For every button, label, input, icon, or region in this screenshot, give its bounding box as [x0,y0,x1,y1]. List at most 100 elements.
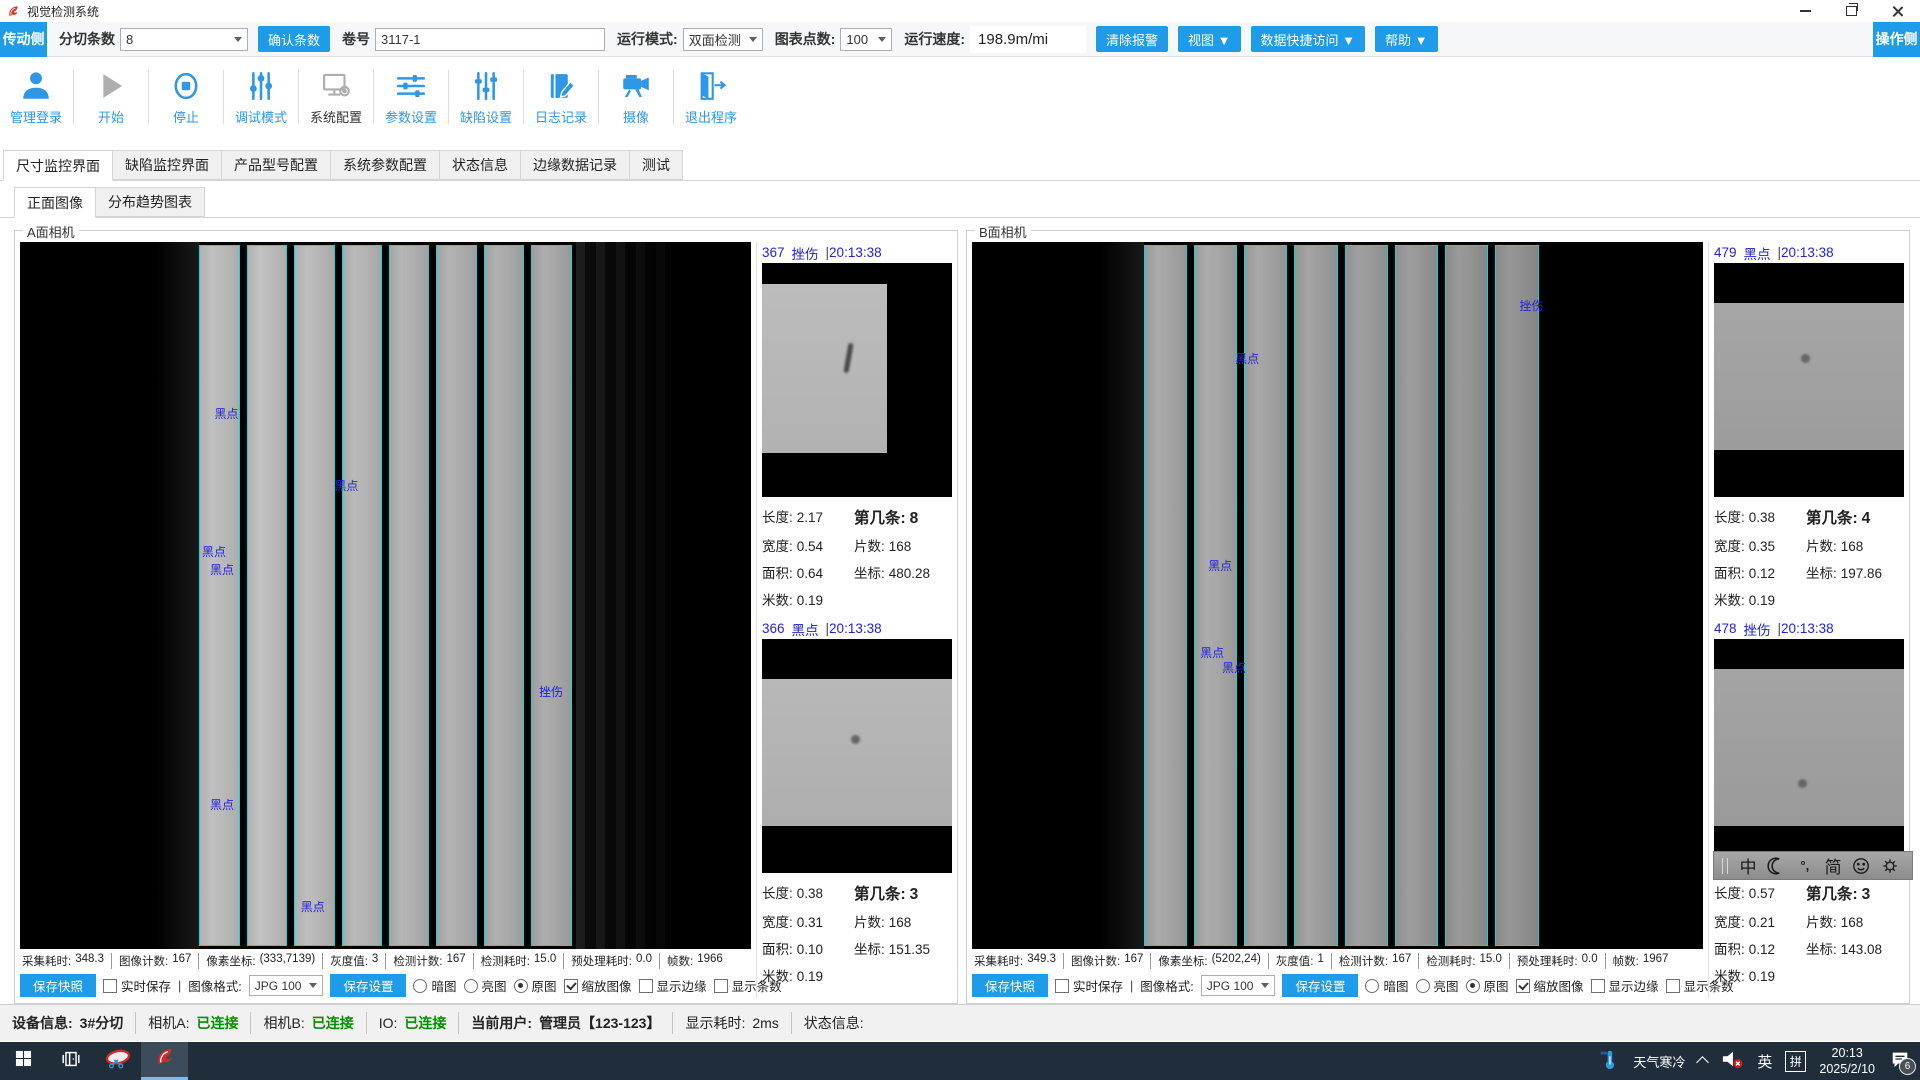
ime-language-bar[interactable]: 中 °,简 [1713,851,1913,880]
drive-side-button[interactable]: 传动侧 [0,22,47,57]
checkbox-icon[interactable] [714,979,728,993]
defect-stat-strip: 第几条:8 [854,506,952,528]
camera-image[interactable]: 黑点黑点黑点黑点挫伤黑点黑点 [20,242,751,949]
top-toolbar: 传动侧 分切条数 8 确认条数 卷号 3117-1 运行模式: 双面检测 图表点… [0,22,1920,57]
display-option-checkbox[interactable]: 显示边缘 [639,976,707,995]
data-quick-access-menu-button[interactable]: 数据快捷访问 ▼ [1251,26,1365,52]
defect-card[interactable]: 366黑点|20:13:38长度:0.38第几条:3宽度:0.31片数:168面… [762,618,952,985]
defect-stat-value: 3 [1862,886,1871,904]
task-view-button[interactable] [47,1042,94,1080]
ime-moon-icon[interactable] [1762,852,1790,879]
realtime-save-checkbox[interactable] [1055,979,1069,993]
toolbar-button-stop[interactable]: 停止 [154,68,218,126]
defect-card[interactable]: 479黑点|20:13:38长度:0.38第几条:4宽度:0.35片数:168面… [1714,242,1904,609]
toolbar-button-defect-sliders[interactable]: 缺陷设置 [454,68,518,126]
save-snapshot-button[interactable]: 保存快照 [972,974,1048,997]
maximize-button[interactable] [1828,0,1874,22]
toolbar-button-log-book[interactable]: 日志记录 [529,68,593,126]
ime-chinese-mode-icon[interactable]: 中 [1734,852,1762,879]
toolbar-button-monitor-gear[interactable]: 系统配置 [304,68,368,126]
save-settings-button[interactable]: 保存设置 [1282,974,1358,997]
toolbar-button-label: 参数设置 [385,107,437,126]
checkbox-icon[interactable] [564,979,578,993]
language-indicator[interactable]: 英 [1757,1051,1772,1072]
main-tab-6[interactable]: 测试 [630,150,683,180]
close-button[interactable] [1874,0,1920,22]
start-button[interactable] [0,1042,47,1080]
display-option-checkbox[interactable]: 显示边缘 [1591,976,1659,995]
ime-simplified-icon[interactable]: 简 [1819,852,1847,879]
main-tab-0[interactable]: 尺寸监控界面 [3,150,113,181]
defect-card[interactable]: 367挫伤|20:13:38长度:2.17第几条:8宽度:0.54片数:168面… [762,242,952,609]
toolbar-button-play[interactable]: 开始 [79,68,143,126]
toolbar-button-exit-door[interactable]: 退出程序 [679,68,743,126]
checkbox-icon[interactable] [1666,979,1680,993]
action-center-button[interactable]: 6 [1888,1049,1912,1073]
help-menu-button[interactable]: 帮助 ▼ [1375,26,1437,52]
radio-icon[interactable] [464,979,478,993]
tray-expand-chevron-icon[interactable] [1697,1056,1710,1069]
minimize-button[interactable] [1782,0,1828,22]
image-format-select[interactable]: JPG 100 [249,975,324,996]
radio-icon[interactable] [1466,979,1480,993]
display-option-checkbox[interactable]: 缩放图像 [564,976,632,995]
image-view-radio-option[interactable]: 原图 [1466,976,1509,995]
radio-icon[interactable] [514,979,528,993]
sub-tab-1[interactable]: 分布趋势图表 [96,187,205,217]
checkbox-icon[interactable] [1516,979,1530,993]
ime-drag-handle-icon[interactable] [1722,858,1728,874]
slit-count-select[interactable]: 8 [120,28,248,51]
view-menu-button[interactable]: 视图 ▼ [1178,26,1240,52]
realtime-save-checkbox[interactable] [103,979,117,993]
main-tab-1[interactable]: 缺陷监控界面 [113,150,222,180]
toolbar-divider [598,70,599,124]
main-tab-4[interactable]: 状态信息 [440,150,521,180]
defect-time-wrap: |20:13:38 [826,245,882,260]
main-tab-3[interactable]: 系统参数配置 [331,150,440,180]
checkbox-icon[interactable] [1591,979,1605,993]
realtime-save-option[interactable]: 实时保存 [103,976,171,995]
image-view-radio-option[interactable]: 原图 [514,976,557,995]
chevron-down-icon [749,37,757,42]
radio-icon[interactable] [1416,979,1430,993]
image-view-radio-option[interactable]: 暗图 [413,976,456,995]
clock-date: 2025/2/10 [1819,1061,1875,1077]
toolbar-button-video-camera[interactable]: 摄像 [604,68,668,126]
roll-number-input[interactable]: 3117-1 [375,28,605,51]
inspection-app-taskbar-button[interactable] [141,1042,188,1080]
main-tab-5[interactable]: 边缘数据记录 [521,150,630,180]
radio-icon[interactable] [1365,979,1379,993]
toolbar-button-user[interactable]: 管理登录 [4,68,68,126]
save-snapshot-button[interactable]: 保存快照 [20,974,96,997]
ime-emoji-icon[interactable] [1847,852,1875,879]
defect-marker-label: 黑点 [1208,557,1232,574]
chart-points-select[interactable]: 100 [840,28,892,51]
run-mode-select[interactable]: 双面检测 [683,28,763,51]
toolbar-button-debug-sliders[interactable]: 调试模式 [229,68,293,126]
ime-settings-gear-icon[interactable] [1876,852,1904,879]
checkbox-icon[interactable] [639,979,653,993]
confirm-count-button[interactable]: 确认条数 [258,26,330,52]
radio-icon[interactable] [413,979,427,993]
toolbar-button-params-sliders[interactable]: 参数设置 [379,68,443,126]
snipping-tool-button[interactable] [94,1042,141,1080]
camera-image[interactable]: 挫伤黑点黑点黑点黑点 [972,242,1703,949]
display-option-checkbox[interactable]: 缩放图像 [1516,976,1584,995]
operate-side-button[interactable]: 操作侧 [1873,22,1920,57]
save-settings-button[interactable]: 保存设置 [330,974,406,997]
clock[interactable]: 20:13 2025/2/10 [1819,1045,1875,1078]
image-view-radio-option[interactable]: 亮图 [464,976,507,995]
clear-alarm-button[interactable]: 清除报警 [1096,26,1168,52]
ime-mode-indicator[interactable]: 拼 [1785,1051,1806,1072]
material-strip [1345,245,1388,946]
defect-card[interactable]: 478挫伤|20:13:38长度:0.57第几条:3宽度:0.21片数:168面… [1714,618,1904,985]
image-view-radio-option[interactable]: 暗图 [1365,976,1408,995]
volume-muted-icon[interactable] [1720,1049,1744,1074]
weather-text[interactable]: 天气寒冷 [1633,1052,1685,1071]
ime-punctuation-icon[interactable]: °, [1791,852,1819,879]
realtime-save-option[interactable]: 实时保存 [1055,976,1123,995]
sub-tab-0[interactable]: 正面图像 [14,187,96,218]
main-tab-2[interactable]: 产品型号配置 [222,150,331,180]
image-view-radio-option[interactable]: 亮图 [1416,976,1459,995]
image-format-select[interactable]: JPG 100 [1201,975,1276,996]
